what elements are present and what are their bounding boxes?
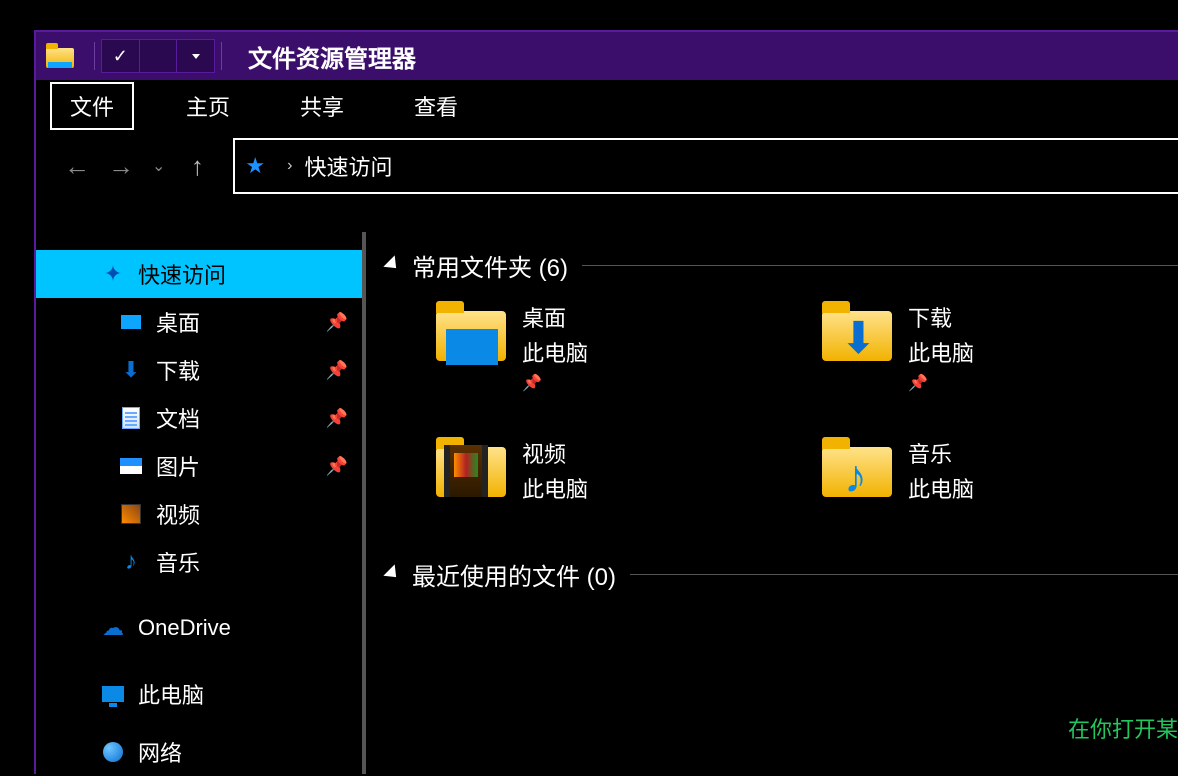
folder-icon: [436, 437, 506, 497]
folder-icon: [436, 301, 506, 361]
music-icon: ♪: [125, 548, 137, 576]
sidebar-item-label: 此电脑: [138, 678, 204, 710]
sidebar-item-label: 下载: [156, 354, 200, 386]
folder-meta: 下载 此电脑 📌: [908, 301, 974, 397]
qat-properties-button[interactable]: ✓: [102, 40, 139, 72]
body: ✦ 快速访问 桌面 📌 ⬇ 下载 📌 文档 📌 图片 📌: [36, 232, 1178, 774]
folder-location: 此电脑: [908, 472, 974, 507]
pin-icon: 📌: [326, 312, 348, 333]
content-pane: 常用文件夹 (6) 桌面 此电脑 📌 ⬇: [366, 232, 1178, 774]
sidebar-this-pc[interactable]: 此电脑: [36, 670, 362, 718]
folder-icon: ⬇: [822, 301, 892, 361]
folder-location: 此电脑: [522, 472, 588, 507]
sidebar-label: 快速访问: [138, 258, 226, 290]
folder-name: 视频: [522, 437, 588, 472]
sidebar-item-videos[interactable]: 视频: [36, 490, 362, 538]
folder-name: 音乐: [908, 437, 974, 472]
nav-buttons: ← → ⌄ ↑: [64, 151, 209, 182]
tab-view[interactable]: 查看: [396, 84, 476, 128]
folder-meta: 桌面 此电脑 📌: [522, 301, 588, 397]
back-button[interactable]: ←: [64, 151, 88, 182]
sidebar-item-label: 网络: [138, 736, 182, 768]
collapse-icon: [383, 564, 401, 582]
qat-separator: [94, 42, 95, 70]
folder-location: 此电脑: [908, 336, 974, 371]
recent-locations-button[interactable]: ⌄: [152, 156, 165, 176]
sidebar-item-label: OneDrive: [138, 615, 231, 641]
up-button[interactable]: ↑: [185, 151, 209, 182]
star-icon: ✦: [104, 261, 122, 287]
sidebar-item-pictures[interactable]: 图片 📌: [36, 442, 362, 490]
pin-icon: 📌: [326, 360, 348, 381]
group-recent-files[interactable]: 最近使用的文件 (0): [386, 557, 1178, 592]
folder-location: 此电脑: [522, 336, 588, 371]
document-icon: [122, 407, 140, 429]
recent-empty-hint: 在你打开某: [1068, 712, 1178, 744]
pin-icon: 📌: [326, 408, 348, 429]
app-icon: [46, 44, 74, 68]
folder-item-desktop[interactable]: 桌面 此电脑 📌: [436, 301, 792, 397]
ribbon-tabs: 文件 主页 共享 查看: [36, 80, 1178, 132]
window-title: 文件资源管理器: [248, 39, 416, 74]
group-title: 最近使用的文件 (0): [412, 557, 616, 592]
folder-name: 下载: [908, 301, 974, 336]
sidebar-item-label: 视频: [156, 498, 200, 530]
desktop-icon: [121, 315, 141, 329]
group-divider: [582, 265, 1178, 266]
video-icon: [121, 504, 141, 524]
quick-access-star-icon: ★: [245, 153, 265, 179]
pin-icon: 📌: [522, 371, 588, 397]
tab-file[interactable]: 文件: [50, 82, 134, 130]
folder-icon: ♪: [822, 437, 892, 497]
pc-icon: [102, 686, 124, 702]
folder-meta: 视频 此电脑: [522, 437, 588, 507]
chevron-down-icon: [192, 54, 200, 59]
frequent-folder-grid: 桌面 此电脑 📌 ⬇ 下载 此电脑 📌: [386, 301, 1178, 507]
title-bar: ✓ 文件资源管理器: [36, 32, 1178, 80]
qat-separator-2: [221, 42, 222, 70]
forward-button[interactable]: →: [108, 151, 132, 182]
tab-home[interactable]: 主页: [168, 84, 248, 128]
sidebar-item-label: 音乐: [156, 546, 200, 578]
quick-access-toolbar: ✓: [101, 39, 215, 73]
folder-meta: 音乐 此电脑: [908, 437, 974, 507]
sidebar-quick-access[interactable]: ✦ 快速访问: [36, 250, 362, 298]
checkmark-icon: ✓: [113, 46, 128, 67]
address-bar[interactable]: ★ › 快速访问: [233, 138, 1178, 194]
folder-item-music[interactable]: ♪ 音乐 此电脑: [822, 437, 1178, 507]
breadcrumb-separator: ›: [287, 157, 292, 175]
pin-icon: 📌: [908, 371, 974, 397]
sidebar-item-music[interactable]: ♪ 音乐: [36, 538, 362, 586]
breadcrumb-quick-access[interactable]: 快速访问: [304, 150, 392, 182]
sidebar-item-label: 图片: [156, 450, 200, 482]
qat-new-folder-button[interactable]: [139, 40, 177, 72]
sidebar-item-label: 文档: [156, 402, 200, 434]
picture-icon: [120, 458, 142, 474]
cloud-icon: ☁: [102, 615, 124, 641]
group-title: 常用文件夹 (6): [412, 248, 568, 283]
folder-item-downloads[interactable]: ⬇ 下载 此电脑 📌: [822, 301, 1178, 397]
collapse-icon: [383, 255, 401, 273]
qat-customize-button[interactable]: [176, 40, 214, 72]
group-frequent-folders[interactable]: 常用文件夹 (6): [386, 248, 1178, 283]
download-icon: ⬇: [122, 357, 140, 383]
sidebar-item-desktop[interactable]: 桌面 📌: [36, 298, 362, 346]
sidebar-item-label: 桌面: [156, 306, 200, 338]
folder-item-videos[interactable]: 视频 此电脑: [436, 437, 792, 507]
network-icon: [103, 742, 123, 762]
sidebar-network[interactable]: 网络: [36, 728, 362, 776]
sidebar-item-documents[interactable]: 文档 📌: [36, 394, 362, 442]
sidebar-item-downloads[interactable]: ⬇ 下载 📌: [36, 346, 362, 394]
navigation-pane: ✦ 快速访问 桌面 📌 ⬇ 下载 📌 文档 📌 图片 📌: [36, 232, 366, 774]
sidebar-onedrive[interactable]: ☁ OneDrive: [36, 604, 362, 652]
tab-share[interactable]: 共享: [282, 84, 362, 128]
group-divider: [630, 574, 1178, 575]
navigation-bar: ← → ⌄ ↑ ★ › 快速访问: [36, 132, 1178, 200]
folder-name: 桌面: [522, 301, 588, 336]
pin-icon: 📌: [326, 456, 348, 477]
explorer-window: ✓ 文件资源管理器 文件 主页 共享 查看 ← → ⌄ ↑ ★ › 快速访问: [34, 30, 1178, 774]
